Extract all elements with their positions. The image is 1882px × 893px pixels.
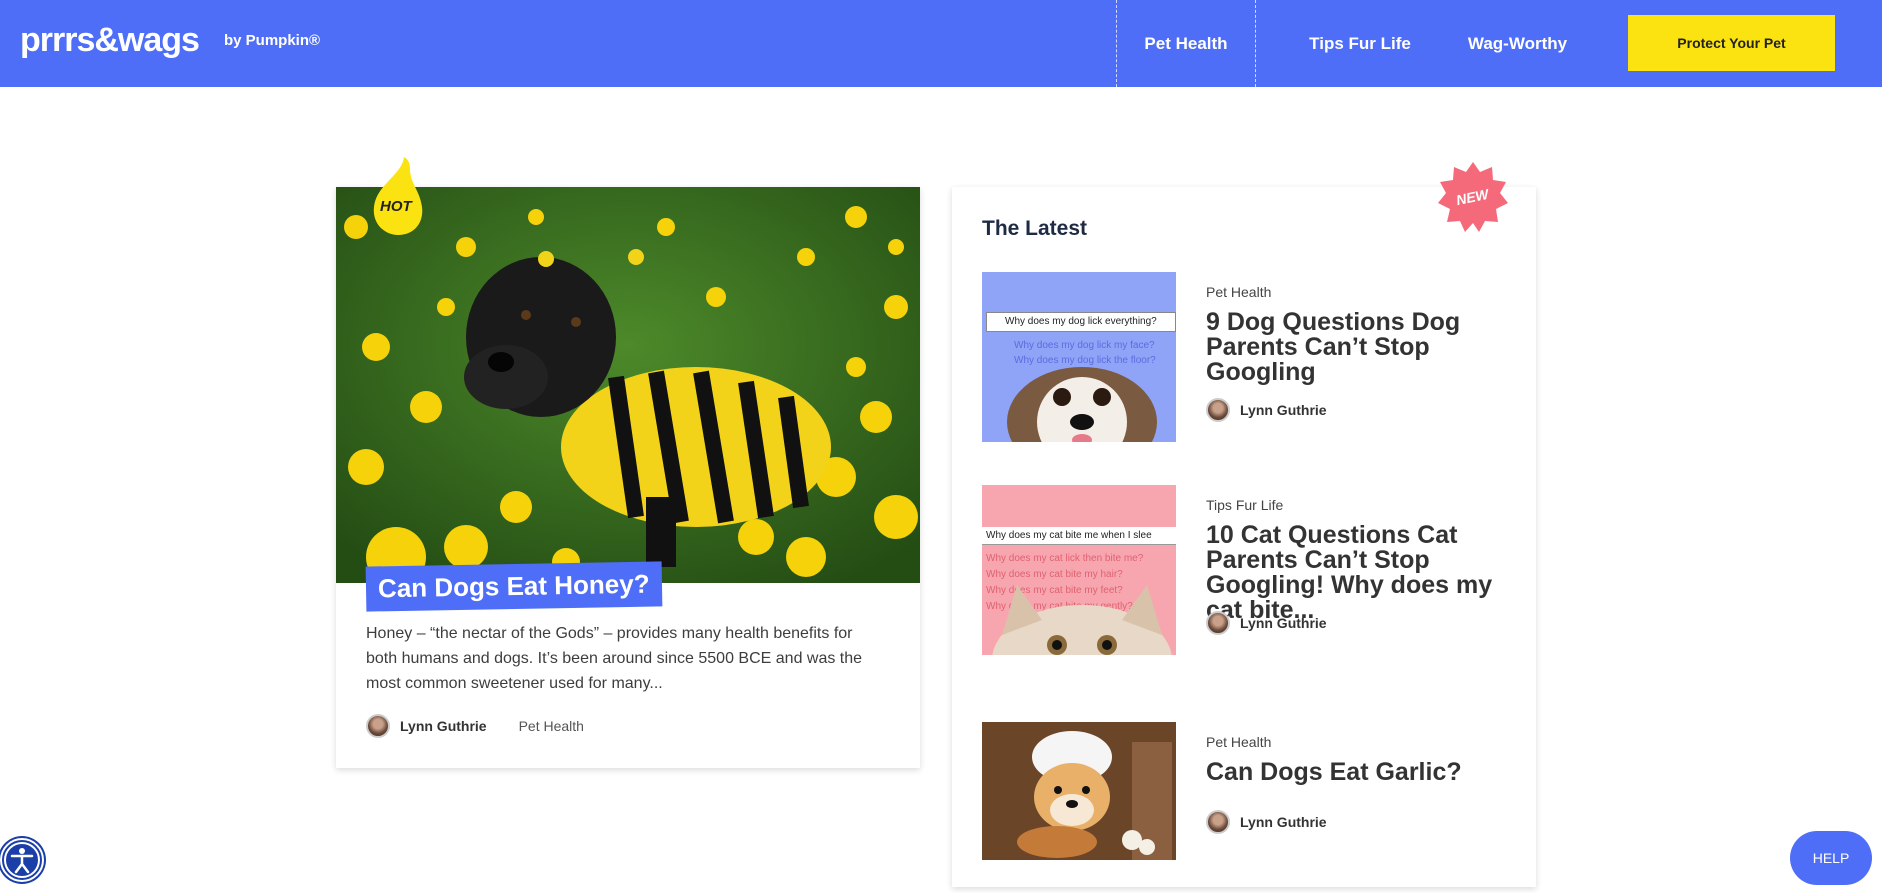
featured-category[interactable]: Pet Health bbox=[519, 718, 584, 734]
featured-author[interactable]: Lynn Guthrie bbox=[400, 718, 487, 734]
author-avatar bbox=[1206, 398, 1230, 422]
site-logo[interactable]: prrrs&wags bbox=[20, 18, 200, 62]
hot-badge-label: HOT bbox=[380, 198, 412, 215]
author-avatar bbox=[1206, 611, 1230, 635]
featured-article-meta: Lynn Guthrie Pet Health bbox=[366, 714, 584, 738]
nav-tips-fur-life[interactable]: Tips Fur Life bbox=[1300, 0, 1420, 87]
nav-wag-worthy[interactable]: Wag-Worthy bbox=[1455, 0, 1580, 87]
author-avatar bbox=[366, 714, 390, 738]
latest-heading: The Latest bbox=[982, 217, 1088, 240]
accessibility-icon bbox=[4, 842, 40, 878]
latest-item-author[interactable]: Lynn Guthrie bbox=[1240, 402, 1327, 418]
latest-item[interactable]: Pet Health Can Dogs Eat Garlic? Lynn Gut… bbox=[982, 722, 1512, 892]
author-avatar bbox=[1206, 810, 1230, 834]
latest-item-meta: Lynn Guthrie bbox=[1206, 398, 1327, 422]
help-button[interactable]: HELP bbox=[1790, 831, 1872, 885]
featured-article-title[interactable]: Can Dogs Eat Honey? bbox=[365, 561, 662, 612]
featured-article-excerpt: Honey – “the nectar of the Gods” – provi… bbox=[366, 625, 863, 692]
latest-item-title[interactable]: 9 Dog Questions Dog Parents Can’t Stop G… bbox=[1206, 310, 1496, 385]
latest-item-author[interactable]: Lynn Guthrie bbox=[1240, 615, 1327, 631]
hot-flame-icon: HOT bbox=[366, 155, 426, 235]
latest-item-category[interactable]: Tips Fur Life bbox=[1206, 497, 1283, 513]
thumb-dog-googling[interactable]: Why does my dog lick everything? Why doe… bbox=[982, 272, 1176, 442]
latest-item-title[interactable]: Can Dogs Eat Garlic? bbox=[1206, 760, 1496, 785]
nav-pet-health[interactable]: Pet Health bbox=[1116, 0, 1256, 87]
latest-item-author[interactable]: Lynn Guthrie bbox=[1240, 814, 1327, 830]
protect-your-pet-button[interactable]: Protect Your Pet bbox=[1628, 15, 1835, 71]
thumb-chef-dog[interactable] bbox=[982, 722, 1176, 860]
latest-item-title[interactable]: 10 Cat Questions Cat Parents Can’t Stop … bbox=[1206, 523, 1496, 623]
featured-article-card[interactable]: Can Dogs Eat Honey? Honey – “the nectar … bbox=[336, 187, 920, 768]
latest-articles-panel: The Latest Why does my dog lick everythi… bbox=[952, 187, 1536, 887]
featured-image-dog-bee-costume[interactable] bbox=[336, 187, 920, 583]
accessibility-button[interactable] bbox=[0, 838, 44, 882]
latest-item-meta: Lynn Guthrie bbox=[1206, 810, 1327, 834]
logo-by-pumpkin: by Pumpkin® bbox=[224, 32, 321, 49]
latest-item[interactable]: Why does my cat bite me when I slee Why … bbox=[982, 485, 1512, 655]
new-starburst-icon: NEW bbox=[1436, 160, 1510, 234]
latest-item[interactable]: Why does my dog lick everything? Why doe… bbox=[982, 272, 1512, 442]
thumb-cat-googling[interactable]: Why does my cat bite me when I slee Why … bbox=[982, 485, 1176, 655]
latest-item-category[interactable]: Pet Health bbox=[1206, 284, 1271, 300]
latest-item-meta: Lynn Guthrie bbox=[1206, 611, 1327, 635]
site-header: prrrs&wags by Pumpkin® Pet Health Tips F… bbox=[0, 0, 1882, 87]
latest-item-category[interactable]: Pet Health bbox=[1206, 734, 1271, 750]
